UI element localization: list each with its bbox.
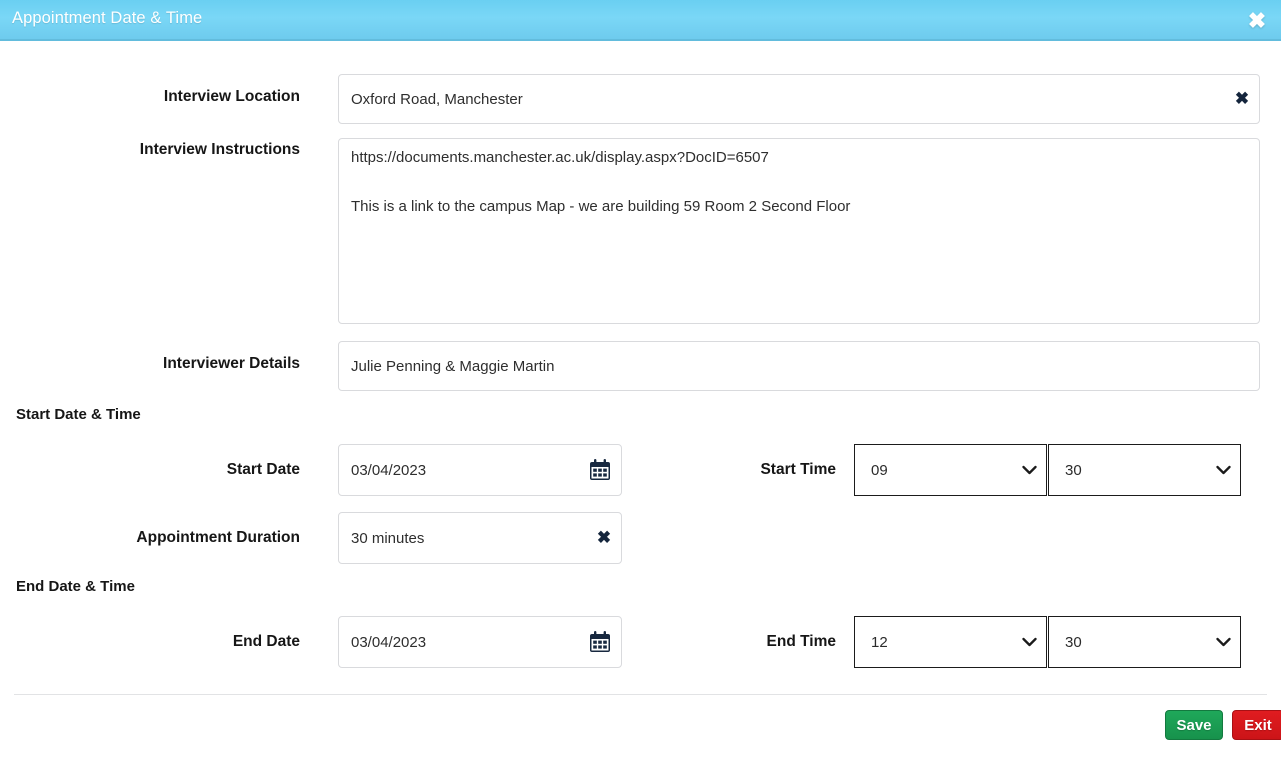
start-time-hour-select[interactable]: 09 bbox=[854, 444, 1047, 496]
interviewer-details-value: Julie Penning & Maggie Martin bbox=[351, 357, 555, 375]
end-time-label: End Time bbox=[766, 633, 836, 650]
instructions-line-2: This is a link to the campus Map - we ar… bbox=[351, 197, 851, 215]
dialog-titlebar: Appointment Date & Time ✖ bbox=[0, 0, 1281, 41]
interviewer-details-field[interactable]: Julie Penning & Maggie Martin bbox=[338, 341, 1260, 391]
end-date-field[interactable]: 03/04/2023 bbox=[338, 616, 622, 668]
end-time-hour-select[interactable]: 12 bbox=[854, 616, 1047, 668]
end-section-heading: End Date & Time bbox=[16, 578, 135, 595]
start-date-label: Start Date bbox=[226, 461, 300, 478]
start-time-minute-select[interactable]: 30 bbox=[1048, 444, 1241, 496]
chevron-down-icon bbox=[1012, 465, 1046, 475]
instructions-line-1: https://documents.manchester.ac.uk/displ… bbox=[351, 149, 769, 166]
chevron-down-icon bbox=[1206, 637, 1240, 647]
start-time-minute-value: 30 bbox=[1065, 461, 1082, 479]
close-icon[interactable]: ✖ bbox=[1243, 7, 1271, 35]
start-time-hour-value: 09 bbox=[871, 461, 888, 479]
end-date-value: 03/04/2023 bbox=[351, 633, 427, 651]
chevron-down-icon bbox=[1206, 465, 1240, 475]
end-time-minute-value: 30 bbox=[1065, 633, 1082, 651]
end-date-calendar-icon[interactable] bbox=[579, 617, 621, 667]
start-date-value: 03/04/2023 bbox=[351, 461, 427, 479]
interview-location-value: Oxford Road, Manchester bbox=[351, 90, 523, 108]
save-button[interactable]: Save bbox=[1165, 710, 1223, 740]
end-time-hour-value: 12 bbox=[871, 633, 888, 651]
end-time-minute-select[interactable]: 30 bbox=[1048, 616, 1241, 668]
interview-location-field[interactable]: Oxford Road, Manchester ✖ bbox=[338, 74, 1260, 124]
interview-instructions-label: Interview Instructions bbox=[139, 141, 300, 158]
interviewer-details-label: Interviewer Details bbox=[163, 355, 300, 372]
footer-divider bbox=[14, 694, 1267, 695]
start-section-heading: Start Date & Time bbox=[16, 406, 141, 423]
dialog-title: Appointment Date & Time bbox=[12, 9, 203, 27]
clear-location-icon[interactable]: ✖ bbox=[1225, 75, 1259, 123]
start-time-label: Start Time bbox=[760, 461, 836, 478]
start-date-calendar-icon[interactable] bbox=[579, 445, 621, 495]
appointment-duration-label: Appointment Duration bbox=[136, 529, 300, 546]
clear-duration-icon[interactable]: ✖ bbox=[587, 513, 621, 563]
start-date-field[interactable]: 03/04/2023 bbox=[338, 444, 622, 496]
appointment-duration-field[interactable]: 30 minutes ✖ bbox=[338, 512, 622, 564]
interview-instructions-textarea[interactable]: https://documents.manchester.ac.uk/displ… bbox=[338, 138, 1260, 324]
interview-location-label: Interview Location bbox=[163, 88, 300, 105]
instructions-blank-line bbox=[351, 168, 1247, 198]
end-date-label: End Date bbox=[232, 633, 300, 650]
appointment-duration-value: 30 minutes bbox=[351, 529, 425, 547]
chevron-down-icon bbox=[1012, 637, 1046, 647]
exit-button[interactable]: Exit bbox=[1232, 710, 1281, 740]
